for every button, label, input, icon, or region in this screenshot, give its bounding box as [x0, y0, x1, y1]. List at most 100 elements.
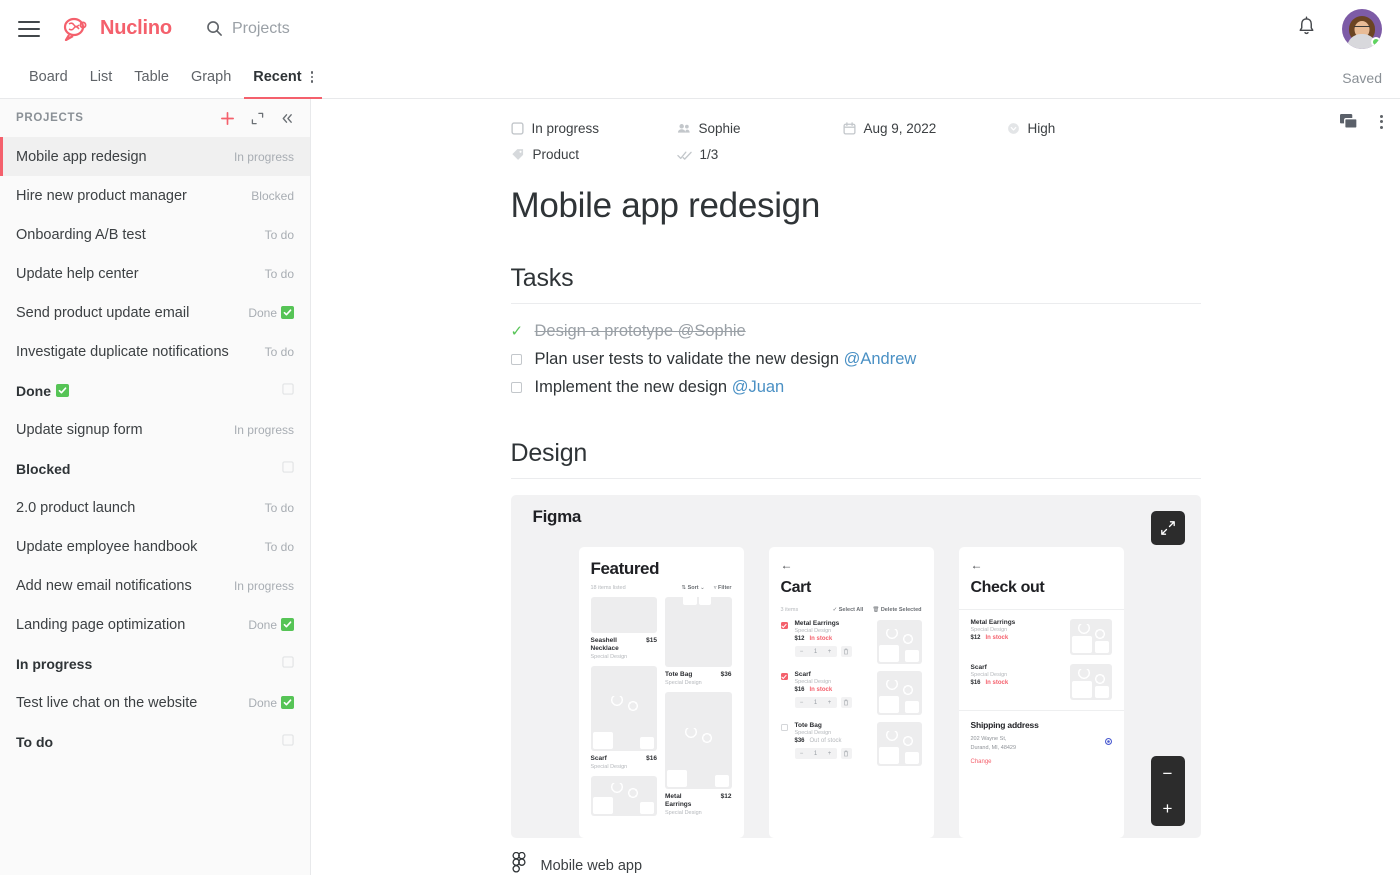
- task-mention[interactable]: @Juan: [732, 378, 785, 396]
- cart-row[interactable]: ScarfSpecial Design$16In stock−1+: [769, 664, 934, 715]
- task-checkbox[interactable]: [511, 382, 522, 393]
- back-arrow-icon[interactable]: ←: [781, 559, 922, 571]
- cart-item-checkbox[interactable]: [781, 622, 788, 629]
- figma-embed[interactable]: Figma − +: [511, 495, 1201, 838]
- cart-item-info: ScarfSpecial Design$16In stock−1+: [795, 671, 870, 715]
- sidebar-group-to-do[interactable]: To do: [0, 722, 310, 761]
- hamburger-icon[interactable]: [18, 21, 40, 37]
- task-item[interactable]: Implement the new design @Juan: [511, 373, 1201, 401]
- cart-item-checkbox[interactable]: [781, 724, 788, 731]
- delete-selected-button[interactable]: 🗑 Delete Selected: [872, 607, 921, 613]
- quantity-stepper[interactable]: −1+: [795, 697, 837, 708]
- zoom-out-button[interactable]: −: [1151, 756, 1185, 791]
- sidebar-item-mobile-app-redesign[interactable]: Mobile app redesignIn progress: [0, 137, 310, 176]
- brand-logo[interactable]: Nuclino: [62, 17, 172, 41]
- cart-row[interactable]: Tote BagSpecial Design$36Out of stock−1+: [769, 715, 934, 766]
- avatar[interactable]: [1342, 9, 1382, 49]
- cart-items-count: 3 items: [781, 607, 799, 613]
- sidebar-group-blocked[interactable]: Blocked: [0, 449, 310, 488]
- design-heading: Design: [511, 439, 1201, 479]
- sidebar-group-done[interactable]: Done: [0, 371, 310, 410]
- collapse-sidebar-icon[interactable]: [280, 112, 294, 125]
- meta-tag[interactable]: Product: [511, 147, 677, 162]
- expand-icon[interactable]: [251, 112, 264, 125]
- zoom-in-button[interactable]: +: [1151, 791, 1185, 826]
- fullscreen-icon[interactable]: [1151, 511, 1185, 545]
- select-all-button[interactable]: ✓ Select All: [833, 607, 864, 613]
- add-icon[interactable]: [220, 111, 235, 126]
- more-options-icon[interactable]: [1380, 115, 1383, 129]
- group-collapse-icon[interactable]: [282, 460, 294, 478]
- sidebar-item-status: To do: [265, 267, 294, 281]
- group-text: In progress: [16, 656, 92, 672]
- cart-item-delete-icon[interactable]: [841, 748, 852, 759]
- status-text: To do: [265, 501, 294, 515]
- group-collapse-icon[interactable]: [282, 382, 294, 400]
- frame-cart[interactable]: ← Cart 3 items ✓ Select All 🗑 Delete Sel…: [769, 547, 934, 838]
- frame-featured[interactable]: Featured 18 items listed ⇅ Sort ⌄ ▿ Filt…: [579, 547, 744, 838]
- sidebar-item-2-0-product-launch[interactable]: 2.0 product launchTo do: [0, 488, 310, 527]
- sidebar-item-status: Blocked: [251, 189, 294, 203]
- quantity-stepper[interactable]: −1+: [795, 646, 837, 657]
- meta-progress[interactable]: 1/3: [677, 147, 843, 162]
- sidebar-item-status: Done: [248, 618, 294, 632]
- sidebar-group-in-progress[interactable]: In progress: [0, 644, 310, 683]
- tab-options-icon[interactable]: [311, 71, 314, 83]
- cart-item-stock: In stock: [810, 636, 833, 642]
- cart-item-delete-icon[interactable]: [841, 646, 852, 657]
- sidebar-item-investigate-duplicate-notifications[interactable]: Investigate duplicate notificationsTo do: [0, 332, 310, 371]
- sidebar-item-update-employee-handbook[interactable]: Update employee handbookTo do: [0, 527, 310, 566]
- tab-list[interactable]: List: [79, 57, 124, 98]
- qty-plus[interactable]: +: [828, 700, 832, 706]
- qty-minus[interactable]: −: [800, 751, 804, 757]
- cart-item-checkbox[interactable]: [781, 673, 788, 680]
- cart-row[interactable]: Metal EarringsSpecial Design$12In stock−…: [769, 613, 934, 664]
- sidebar-item-test-live-chat-on-the-website[interactable]: Test live chat on the websiteDone: [0, 683, 310, 722]
- task-mention[interactable]: @Sophie: [678, 322, 746, 340]
- task-mention[interactable]: @Andrew: [844, 350, 917, 368]
- meta-status[interactable]: In progress: [511, 121, 677, 136]
- sidebar-item-add-new-email-notifications[interactable]: Add new email notificationsIn progress: [0, 566, 310, 605]
- meta-assignee[interactable]: Sophie: [677, 121, 843, 136]
- task-item[interactable]: Plan user tests to validate the new desi…: [511, 345, 1201, 373]
- figma-embed-label: Figma: [533, 507, 582, 527]
- tab-recent[interactable]: Recent: [242, 57, 324, 98]
- meta-date[interactable]: Aug 9, 2022: [843, 121, 1007, 136]
- qty-minus[interactable]: −: [800, 649, 804, 655]
- checkout-row: ScarfSpecial Design$16In stock: [959, 655, 1124, 700]
- task-check-icon[interactable]: ✓: [511, 326, 522, 337]
- sidebar-item-onboarding-a-b-test[interactable]: Onboarding A/B testTo do: [0, 215, 310, 254]
- comments-icon[interactable]: [1339, 113, 1358, 130]
- qty-plus[interactable]: +: [828, 751, 832, 757]
- cart-item-stock: In stock: [810, 687, 833, 693]
- bell-icon[interactable]: [1297, 16, 1316, 42]
- sidebar-item-landing-page-optimization[interactable]: Landing page optimizationDone: [0, 605, 310, 644]
- meta-priority[interactable]: High: [1007, 121, 1056, 136]
- sidebar-item-update-help-center[interactable]: Update help centerTo do: [0, 254, 310, 293]
- qty-plus[interactable]: +: [828, 649, 832, 655]
- tab-graph[interactable]: Graph: [180, 57, 242, 98]
- sidebar-item-send-product-update-email[interactable]: Send product update emailDone: [0, 293, 310, 332]
- change-address-link[interactable]: Change: [971, 759, 1112, 765]
- tab-table[interactable]: Table: [123, 57, 180, 98]
- view-tab-bar: Board List Table Graph Recent Saved: [0, 57, 1400, 99]
- back-arrow-icon[interactable]: ←: [971, 559, 1112, 571]
- select-all-label: Select All: [839, 607, 864, 613]
- group-collapse-icon[interactable]: [282, 655, 294, 673]
- sidebar-item-hire-new-product-manager[interactable]: Hire new product managerBlocked: [0, 176, 310, 215]
- checkout-row: Metal EarringsSpecial Design$12In stock: [959, 610, 1124, 655]
- search-input[interactable]: Projects: [206, 20, 290, 38]
- quantity-stepper[interactable]: −1+: [795, 748, 837, 759]
- tab-board[interactable]: Board: [18, 57, 79, 98]
- task-checkbox[interactable]: [511, 354, 522, 365]
- sidebar-item-update-signup-form[interactable]: Update signup formIn progress: [0, 410, 310, 449]
- filter-button[interactable]: ▿ Filter: [714, 585, 732, 591]
- task-item[interactable]: ✓Design a prototype @Sophie: [511, 317, 1201, 345]
- address-radio[interactable]: [1105, 738, 1112, 745]
- frame-checkout[interactable]: ← Check out Metal EarringsSpecial Design…: [959, 547, 1124, 838]
- tasks-heading: Tasks: [511, 264, 1201, 304]
- cart-item-delete-icon[interactable]: [841, 697, 852, 708]
- sort-button[interactable]: ⇅ Sort ⌄: [681, 585, 704, 591]
- group-collapse-icon[interactable]: [282, 733, 294, 751]
- qty-minus[interactable]: −: [800, 700, 804, 706]
